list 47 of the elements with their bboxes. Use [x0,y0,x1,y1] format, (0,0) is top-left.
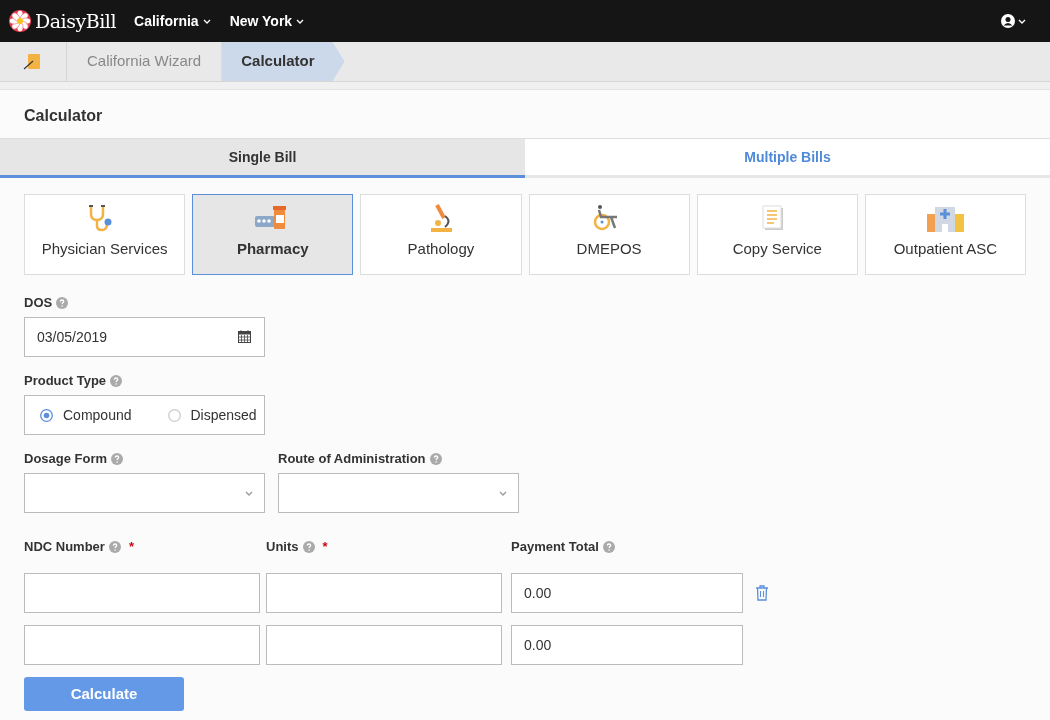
category-tile[interactable]: Pharmacy [192,194,354,275]
microscope-icon [429,203,452,232]
category-tile[interactable]: Pathology [360,194,522,275]
units-field[interactable] [266,573,502,613]
date-field[interactable]: 03/05/2019 [24,317,265,357]
radio-option[interactable]: Compound [40,404,132,426]
help-icon [108,541,121,553]
help-icon [302,541,315,553]
payment-total-field[interactable]: 0.00 [511,625,743,665]
breadcrumb-link[interactable]: Calculator [221,42,345,81]
select-field[interactable] [278,473,519,513]
required-marker: * [322,538,328,557]
field-label: Units [266,538,299,557]
page-title: Calculator [24,106,104,126]
tab[interactable]: Multiple Bills [525,139,1050,178]
user-menu[interactable] [1001,14,1027,28]
radio-option[interactable]: Dispensed [167,404,257,426]
required-marker: * [128,538,134,557]
field-label: Dosage Form [24,450,108,469]
select-field[interactable] [24,473,265,513]
field-label: NDC Number [24,538,105,557]
nav-menu[interactable]: California [134,10,212,32]
wizard-document-icon [23,52,43,71]
field-label: Route of Administration [278,450,426,469]
ndc-number-field[interactable] [24,625,260,665]
help-icon [56,297,69,309]
help-icon [429,453,442,465]
nav-menu[interactable]: New York [229,10,306,32]
payment-total-field[interactable]: 0.00 [511,573,743,613]
field-label: Product Type [24,372,107,391]
user-icon [1001,14,1015,28]
units-field[interactable] [266,625,502,665]
category-tile[interactable]: Physician Services [24,194,186,275]
help-icon [110,375,123,387]
field-label: Payment Total [511,538,599,557]
category-tile[interactable]: DMEPOS [528,194,690,275]
tab[interactable]: Single Bill [0,139,525,178]
delete-button[interactable] [755,585,769,601]
category-tile[interactable]: Outpatient ASC [864,194,1026,275]
calendar-icon [238,330,251,343]
ndc-number-field[interactable] [24,573,260,613]
help-icon [111,453,124,465]
category-tile[interactable]: Copy Service [696,194,858,275]
daisy-logo-icon [9,10,31,32]
field-label: DOS [24,294,53,313]
help-icon [602,541,615,553]
brand-name: DaisyBill [35,8,117,34]
